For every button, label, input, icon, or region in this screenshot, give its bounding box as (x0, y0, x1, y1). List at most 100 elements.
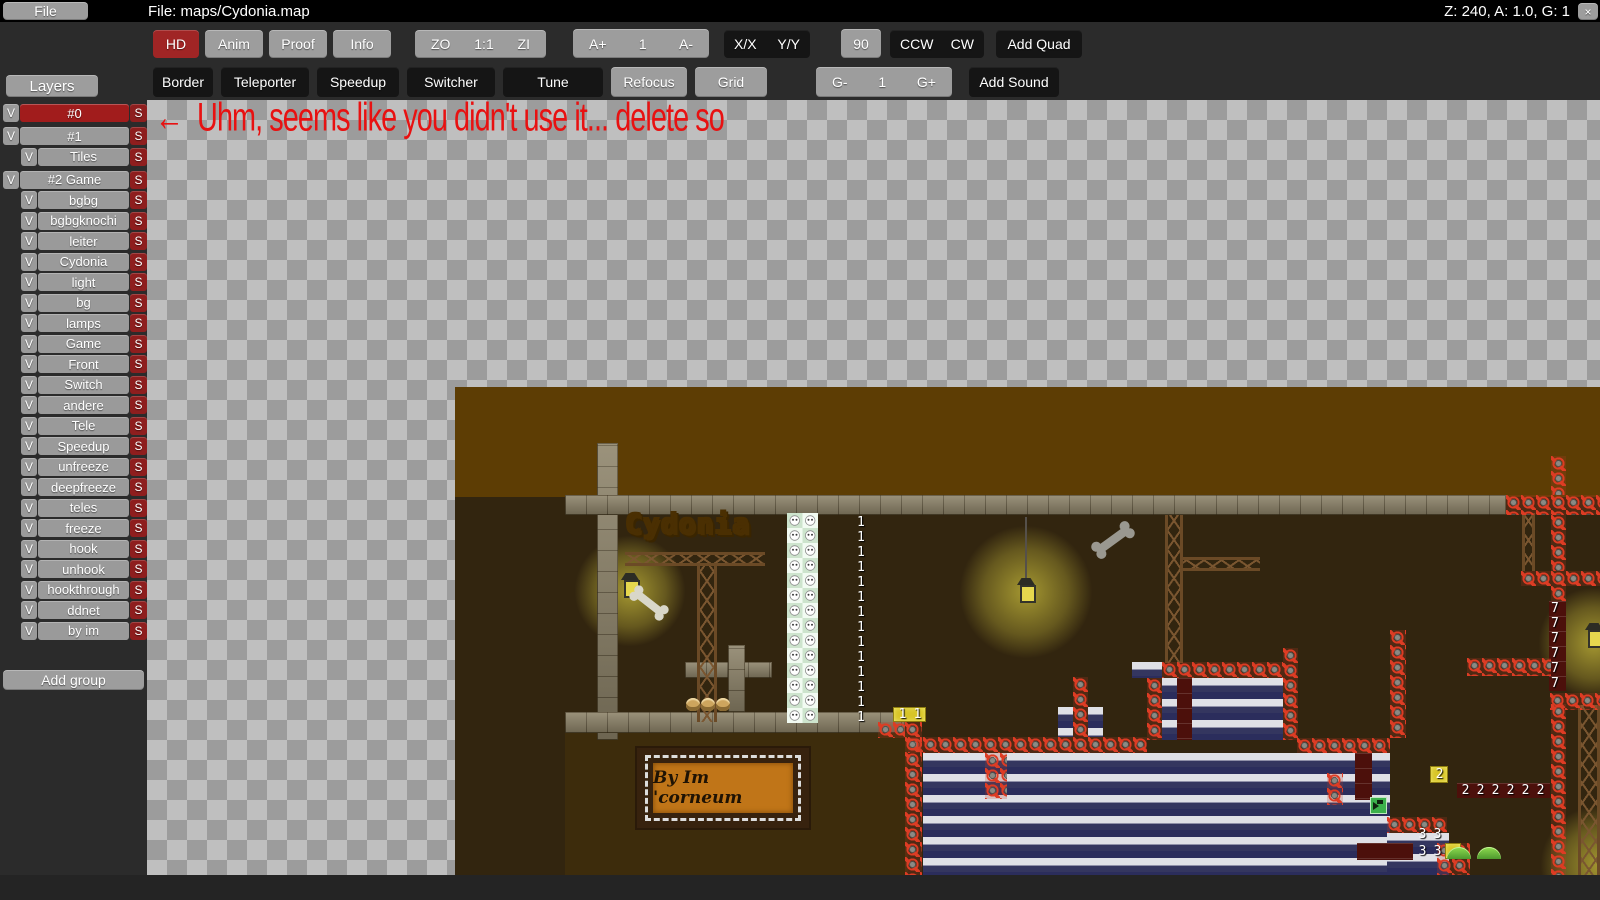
layer-label[interactable]: ddnet (38, 601, 129, 619)
layer-visibility-toggle[interactable]: V (21, 458, 37, 476)
switcher-button[interactable]: Switcher (407, 67, 495, 97)
layer-label[interactable]: hookthrough (38, 581, 129, 599)
layer-solo-toggle[interactable]: S (130, 519, 147, 537)
layer-label[interactable]: unfreeze (38, 458, 129, 476)
proof-toggle-button[interactable]: Proof (269, 30, 327, 58)
layer-visibility-toggle[interactable]: V (21, 355, 37, 373)
layer-visibility-toggle[interactable]: V (21, 396, 37, 414)
layer-visibility-toggle[interactable]: V (21, 273, 37, 291)
layer-label[interactable]: Tiles (38, 148, 129, 166)
layer-label[interactable]: bg (38, 294, 129, 312)
layer-visibility-toggle[interactable]: V (21, 191, 37, 209)
layer-visibility-toggle[interactable]: V (21, 437, 37, 455)
layer-visibility-toggle[interactable]: V (21, 478, 37, 496)
layer-visibility-toggle[interactable]: V (21, 519, 37, 537)
layer-visibility-toggle[interactable]: V (21, 232, 37, 250)
layer-solo-toggle[interactable]: S (130, 148, 147, 166)
zoom-reset-button[interactable]: 1:1 (474, 36, 493, 52)
add-sound-button[interactable]: Add Sound (969, 67, 1059, 97)
zoom-out-button[interactable]: ZO (431, 36, 450, 52)
layer-visibility-toggle[interactable]: V (21, 581, 37, 599)
layer-solo-toggle[interactable]: S (130, 376, 147, 394)
speedup-button[interactable]: Speedup (317, 67, 399, 97)
layer-label[interactable]: teles (38, 499, 129, 517)
layer-label[interactable]: #2 Game (20, 171, 129, 189)
layer-label[interactable]: #0 (20, 104, 129, 122)
layer-visibility-toggle[interactable]: V (21, 622, 37, 640)
close-icon[interactable]: × (1578, 3, 1598, 20)
anim-toggle-button[interactable]: Anim (205, 30, 263, 58)
layer-label[interactable]: Cydonia (38, 253, 129, 271)
layer-visibility-toggle[interactable]: V (21, 212, 37, 230)
layer-solo-toggle[interactable]: S (130, 540, 147, 558)
layer-visibility-toggle[interactable]: V (21, 294, 37, 312)
border-button[interactable]: Border (153, 67, 213, 97)
layer-solo-toggle[interactable]: S (130, 560, 147, 578)
layer-visibility-toggle[interactable]: V (21, 335, 37, 353)
layer-label[interactable]: Switch (38, 376, 129, 394)
layer-label[interactable]: freeze (38, 519, 129, 537)
layer-solo-toggle[interactable]: S (130, 314, 147, 332)
layer-solo-toggle[interactable]: S (130, 104, 147, 122)
layer-label[interactable]: bgbg (38, 191, 129, 209)
rotate-ccw-button[interactable]: CCW (900, 36, 933, 52)
layer-visibility-toggle[interactable]: V (21, 560, 37, 578)
layer-solo-toggle[interactable]: S (130, 232, 147, 250)
layer-solo-toggle[interactable]: S (130, 335, 147, 353)
layer-label[interactable]: leiter (38, 232, 129, 250)
layer-visibility-toggle[interactable]: V (21, 601, 37, 619)
anim-slower-button[interactable]: A- (679, 36, 693, 52)
layer-solo-toggle[interactable]: S (130, 191, 147, 209)
anim-faster-button[interactable]: A+ (589, 36, 607, 52)
layer-visibility-toggle[interactable]: V (3, 127, 19, 145)
flip-x-button[interactable]: X/X (734, 36, 757, 52)
rotate-amount-button[interactable]: 90 (841, 29, 881, 58)
layer-solo-toggle[interactable]: S (130, 253, 147, 271)
info-toggle-button[interactable]: Info (333, 30, 391, 58)
layer-label[interactable]: #1 (20, 127, 129, 145)
map-canvas[interactable]: ← Uhm, seems like you didn't use it... d… (147, 100, 1600, 875)
layer-solo-toggle[interactable]: S (130, 396, 147, 414)
layer-label[interactable]: Speedup (38, 437, 129, 455)
layer-solo-toggle[interactable]: S (130, 581, 147, 599)
add-group-button[interactable]: Add group (3, 670, 144, 690)
layer-label[interactable]: andere (38, 396, 129, 414)
layer-solo-toggle[interactable]: S (130, 499, 147, 517)
layer-label[interactable]: Front (38, 355, 129, 373)
layer-solo-toggle[interactable]: S (130, 127, 147, 145)
layer-visibility-toggle[interactable]: V (21, 499, 37, 517)
hd-toggle-button[interactable]: HD (153, 30, 199, 58)
layer-solo-toggle[interactable]: S (130, 212, 147, 230)
layer-solo-toggle[interactable]: S (130, 294, 147, 312)
layer-label[interactable]: hook (38, 540, 129, 558)
layer-visibility-toggle[interactable]: V (3, 171, 19, 189)
layer-solo-toggle[interactable]: S (130, 478, 147, 496)
layer-solo-toggle[interactable]: S (130, 437, 147, 455)
layer-solo-toggle[interactable]: S (130, 417, 147, 435)
refocus-button[interactable]: Refocus (611, 67, 687, 97)
layer-solo-toggle[interactable]: S (130, 355, 147, 373)
layer-visibility-toggle[interactable]: V (21, 253, 37, 271)
tune-button[interactable]: Tune (503, 67, 603, 97)
add-quad-button[interactable]: Add Quad (996, 30, 1082, 58)
file-menu-button[interactable]: File (3, 2, 88, 20)
teleporter-button[interactable]: Teleporter (221, 67, 309, 97)
layer-label[interactable]: deepfreeze (38, 478, 129, 496)
zoom-in-button[interactable]: ZI (518, 36, 530, 52)
layer-visibility-toggle[interactable]: V (21, 148, 37, 166)
layer-visibility-toggle[interactable]: V (21, 376, 37, 394)
layer-visibility-toggle[interactable]: V (3, 104, 19, 122)
layer-label[interactable]: unhook (38, 560, 129, 578)
grid-plus-button[interactable]: G+ (917, 74, 936, 90)
layer-solo-toggle[interactable]: S (130, 622, 147, 640)
layer-visibility-toggle[interactable]: V (21, 314, 37, 332)
layer-label[interactable]: by im (38, 622, 129, 640)
layer-solo-toggle[interactable]: S (130, 458, 147, 476)
layer-visibility-toggle[interactable]: V (21, 540, 37, 558)
layer-solo-toggle[interactable]: S (130, 601, 147, 619)
layer-label[interactable]: light (38, 273, 129, 291)
layer-visibility-toggle[interactable]: V (21, 417, 37, 435)
grid-minus-button[interactable]: G- (832, 74, 848, 90)
layer-label[interactable]: Game (38, 335, 129, 353)
layer-label[interactable]: Tele (38, 417, 129, 435)
